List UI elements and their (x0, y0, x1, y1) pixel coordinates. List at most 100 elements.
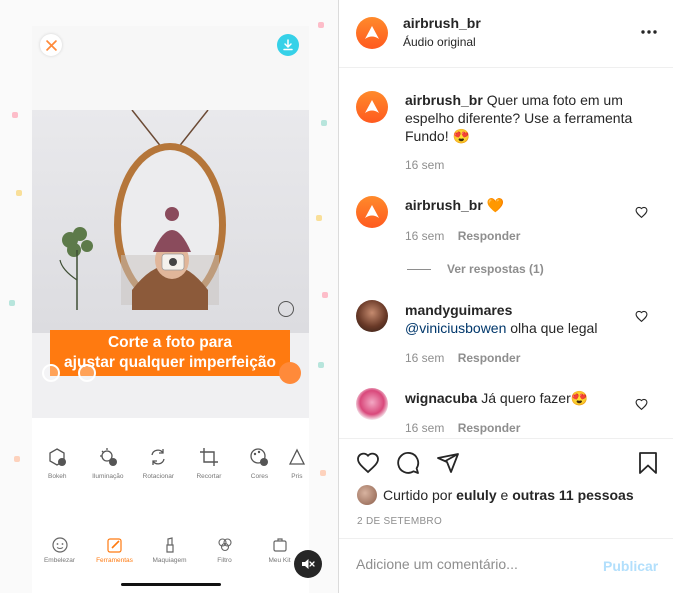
tool-lighting: Iluminação (83, 446, 134, 496)
avatar[interactable] (356, 388, 388, 420)
confetti (318, 22, 324, 28)
pencil-icon (106, 538, 122, 553)
comment-author[interactable]: wignacuba (405, 390, 477, 406)
bookmark-icon[interactable] (636, 451, 660, 475)
like-comment-icon[interactable] (635, 206, 648, 219)
crop-handle-mid-icon (78, 364, 96, 382)
reply-button[interactable]: Responder (458, 229, 521, 243)
comment-icon[interactable] (396, 451, 420, 475)
comment-time[interactable]: 16 sem (405, 158, 444, 172)
airbrush-logo-icon (365, 26, 379, 39)
tool-label: Bokeh (48, 473, 67, 480)
tool-prism: Pris (285, 446, 309, 496)
comment-text: 🧡 (486, 197, 505, 213)
comment-mention[interactable]: @viniciusbowen (405, 320, 506, 336)
liked-by-others[interactable]: outras 11 pessoas (512, 487, 633, 503)
bokeh-icon (49, 448, 67, 466)
banner-line-1: Corte a foto para (107, 334, 232, 351)
phone-top-area (32, 26, 309, 110)
like-comment-icon[interactable] (635, 310, 648, 323)
post-date[interactable]: 2 DE SETEMBRO (357, 516, 442, 527)
add-comment-bar: Publicar (339, 538, 673, 593)
rotate-icon (151, 449, 165, 465)
comment-time[interactable]: 16 sem (405, 351, 444, 365)
prism-icon (288, 448, 305, 465)
post-sidebar: airbrush_br Áudio original airbrush_br Q… (338, 0, 673, 593)
heart-icon[interactable] (356, 451, 380, 475)
post-author[interactable]: airbrush_br (403, 15, 481, 31)
home-indicator (121, 583, 221, 586)
crop-handle-right-icon (279, 362, 301, 384)
liked-by-user[interactable]: eululy (456, 487, 496, 503)
confetti (321, 120, 327, 126)
more-options-icon[interactable] (639, 25, 659, 39)
comments-list[interactable]: airbrush_br Quer uma foto em um espelho … (339, 68, 673, 438)
tool-label: Recortar (196, 473, 222, 480)
comment-meta: 16 sem Responder (405, 229, 520, 243)
view-replies-button[interactable]: Ver respostas (1) (407, 262, 544, 276)
filter-icon (217, 538, 232, 552)
nav-embelezar: Embelezar (32, 536, 87, 572)
mirror-photo (32, 110, 309, 333)
mute-button[interactable] (294, 550, 322, 578)
comment-time[interactable]: 16 sem (405, 229, 444, 243)
publish-button[interactable]: Publicar (603, 558, 658, 574)
post-actions: Curtido por eululy e outras 11 pessoas 2… (339, 438, 673, 553)
reply-button[interactable]: Responder (458, 351, 521, 365)
comment: mandyguimares @viniciusbowen olha que le… (405, 301, 625, 337)
avatar[interactable] (356, 300, 388, 332)
share-icon[interactable] (436, 451, 460, 475)
avatar[interactable] (356, 17, 388, 49)
comment-text: Já quero fazer😍 (481, 390, 589, 406)
nav-label: Meu Kit (268, 557, 291, 564)
likes-summary: Curtido por eululy e outras 11 pessoas (357, 485, 634, 505)
nav-label: Ferramentas (96, 557, 133, 564)
caption: airbrush_br Quer uma foto em um espelho … (405, 91, 657, 145)
view-replies-label: Ver respostas (1) (447, 262, 544, 276)
editor-toolbar: Bokeh Iluminação Rotacionar Recortar Cor… (32, 446, 309, 496)
reply-button[interactable]: Responder (458, 421, 521, 435)
app-screenshot: Corte a foto para ajustar qualquer imper… (32, 26, 309, 593)
crop-handle-left-icon (42, 364, 60, 382)
download-icon (283, 39, 293, 51)
comment-author[interactable]: mandyguimares (405, 302, 512, 318)
tool-label: Rotacionar (142, 473, 175, 480)
comment-meta: 16 sem Responder (405, 421, 520, 435)
close-icon (45, 39, 57, 51)
post-media[interactable]: Corte a foto para ajustar qualquer imper… (0, 0, 338, 593)
comment-author[interactable]: airbrush_br (405, 92, 483, 108)
face-icon (51, 537, 68, 553)
comment-text: olha que legal (510, 320, 598, 336)
like-comment-icon[interactable] (635, 398, 648, 411)
tool-bokeh: Bokeh (32, 446, 83, 496)
divider (407, 268, 431, 270)
avatar[interactable] (357, 485, 377, 505)
tool-rotate: Rotacionar (133, 446, 184, 496)
audio-label[interactable]: Áudio original (403, 35, 476, 49)
nav-label: Maquiagem (152, 557, 187, 564)
post-header: airbrush_br Áudio original (339, 0, 673, 68)
tool-label: Iluminação (92, 473, 124, 480)
comment-author[interactable]: airbrush_br (405, 197, 483, 213)
avatar[interactable] (356, 91, 388, 123)
download-button (277, 34, 299, 56)
nav-label: Filtro (217, 557, 232, 564)
mirror-illustration (59, 110, 226, 310)
comment: airbrush_br 🧡 (405, 196, 625, 214)
comment-meta: 16 sem (405, 158, 444, 172)
comment-input[interactable] (356, 556, 596, 572)
avatar[interactable] (356, 196, 388, 228)
tool-crop: Recortar (184, 446, 235, 496)
airbrush-logo-icon (365, 100, 379, 113)
comment-meta: 16 sem Responder (405, 351, 520, 365)
comment-time[interactable]: 16 sem (405, 421, 444, 435)
lipstick-icon (165, 537, 174, 553)
liked-by-label: Curtido por (383, 487, 453, 503)
nav-filtro: Filtro (197, 536, 252, 572)
close-button (40, 34, 62, 56)
tool-label: Cores (250, 473, 269, 480)
confetti (322, 292, 328, 298)
crop-icon (199, 448, 218, 466)
nav-label: Embelezar (43, 557, 76, 564)
app-bottom-nav: Embelezar Ferramentas Maquiagem Filtro M… (32, 536, 309, 572)
